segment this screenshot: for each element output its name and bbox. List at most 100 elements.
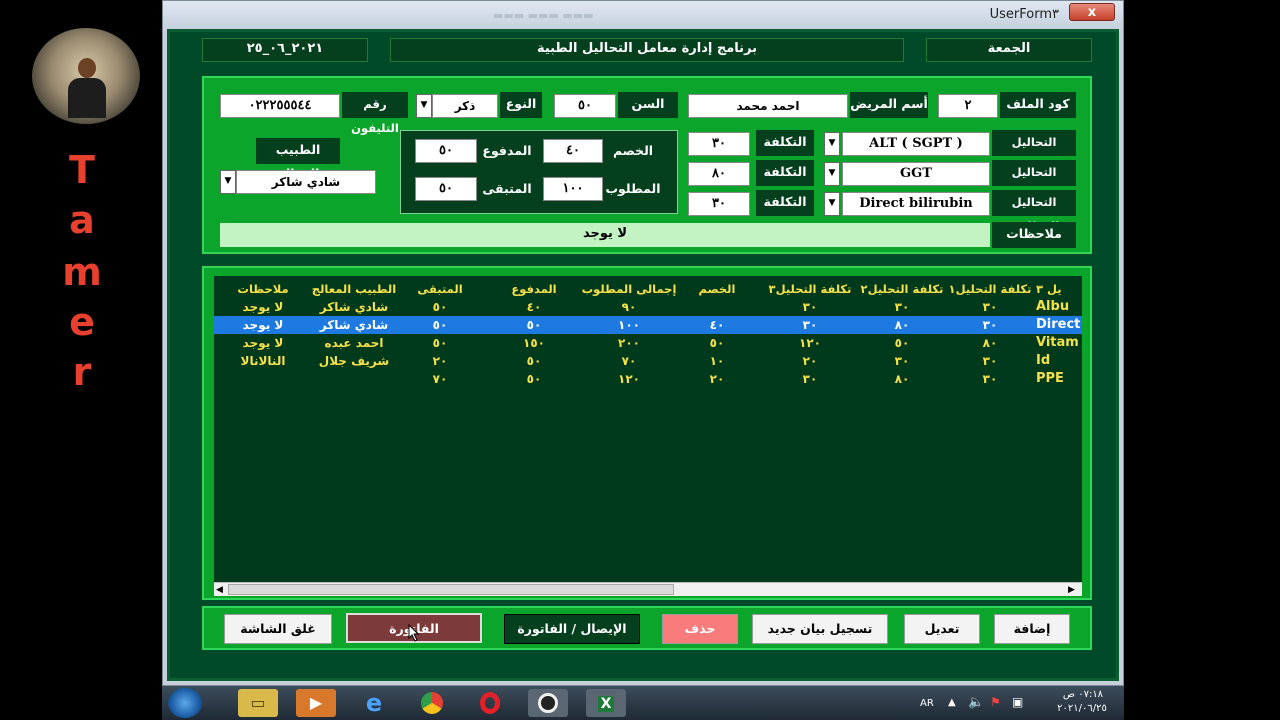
tests-label-3: التحاليل المطلوبة: [992, 190, 1076, 233]
age-field[interactable]: ٥٠: [554, 94, 616, 118]
excel-icon[interactable]: X: [586, 689, 626, 717]
gender-label: النوع: [500, 92, 542, 118]
userform-window: ▬▬▬ ▬▬▬ ▬▬▬ UserForm٣ x ٢٠٢١_٠٦_٢٥ برنام…: [162, 0, 1124, 686]
table-cell: Vitam: [1036, 335, 1079, 350]
gender-select[interactable]: ذكر: [432, 94, 498, 118]
table-cell: ١٠٠: [618, 318, 640, 332]
required-field[interactable]: ١٠٠: [543, 177, 603, 201]
test-2-cost[interactable]: ٨٠: [688, 162, 750, 186]
table-cell: النالانالا: [240, 354, 286, 368]
remaining-label: المتبقى: [479, 177, 535, 201]
phone-field[interactable]: ٠٢٢٢٥٥٥٤٤: [220, 94, 340, 118]
table-cell: ٨٠: [894, 372, 910, 386]
test-3-dropdown-arrow[interactable]: ▼: [824, 192, 840, 216]
overlay-letter: a: [69, 198, 95, 242]
table-cell: ٣٠: [894, 354, 910, 368]
show-hidden-icons-icon[interactable]: ▲: [948, 697, 956, 708]
remaining-field[interactable]: ٥٠: [415, 177, 477, 201]
edit-button[interactable]: تعديل: [904, 614, 980, 644]
new-record-button[interactable]: تسجيل بيان جديد: [752, 614, 888, 644]
table-row[interactable]: Vitam ٨٠ ٥٠ ١٢٠ ٥٠ ٢٠٠ ١٥٠ ٥٠ احمد عبده لا يوجد: [214, 334, 1082, 352]
taskbar: ▭ ▶ e X AR ▲ 🔈 ⚑ ▣ ٠٧:١٨ ص ٢٠٢١/٠٦/٢٥: [162, 686, 1124, 720]
test-2-select[interactable]: GGT: [842, 162, 990, 186]
test-1-cost[interactable]: ٣٠: [688, 132, 750, 156]
network-icon[interactable]: ▣: [1012, 695, 1023, 709]
doctor-label: الطبيب المعالج: [256, 138, 340, 181]
table-cell: شادي شاكر: [319, 318, 389, 332]
table-cell: لا يوجد: [242, 300, 284, 314]
table-cell: ٥٠: [432, 318, 448, 332]
test-1-select[interactable]: ALT ( SGPT ): [842, 132, 990, 156]
test-1-dropdown-arrow[interactable]: ▼: [824, 132, 840, 156]
start-button-icon[interactable]: [168, 688, 202, 718]
clock-time[interactable]: ٠٧:١٨ ص: [1048, 689, 1118, 700]
doctor-dropdown-arrow[interactable]: ▼: [220, 170, 236, 194]
doctor-select[interactable]: شادي شاكر: [236, 170, 376, 194]
scroll-left-icon[interactable]: ◀: [216, 584, 226, 596]
notes-field[interactable]: لا يوجد: [220, 223, 990, 247]
date-display: ٢٠٢١_٠٦_٢٥: [202, 38, 368, 62]
column-header: الطبيب المعالج: [311, 282, 397, 296]
table-cell: ٣٠: [982, 318, 998, 332]
discount-field[interactable]: ٤٠: [543, 139, 603, 163]
file-code-field[interactable]: ٢: [938, 94, 998, 118]
test-3-select[interactable]: Direct bilirubin: [842, 192, 990, 216]
table-row[interactable]: Albu ٣٠ ٣٠ ٣٠ ٩٠ ٤٠ ٥٠ شادي شاكر لا يوجد: [214, 298, 1082, 316]
table-cell: ١٥٠: [523, 336, 545, 350]
table-cell: شريف جلال: [318, 354, 390, 368]
add-button[interactable]: إضافة: [994, 614, 1070, 644]
title-bar[interactable]: ▬▬▬ ▬▬▬ ▬▬▬ UserForm٣ x: [163, 1, 1123, 29]
table-cell: ٤٠: [526, 300, 542, 314]
table-cell: [308, 370, 400, 388]
column-header: ملاحظات: [237, 282, 289, 296]
test-3-cost[interactable]: ٣٠: [688, 192, 750, 216]
file-explorer-icon[interactable]: ▭: [238, 689, 278, 717]
list-horizontal-scrollbar[interactable]: ◀ ▶: [214, 582, 1082, 596]
table-cell: لا يوجد: [242, 336, 284, 350]
action-center-icon[interactable]: ⚑: [990, 695, 1001, 709]
form-client-area: ٢٠٢١_٠٦_٢٥ برنامج إدارة معامل التحاليل ا…: [167, 29, 1119, 681]
table-cell: ٣٠: [802, 372, 818, 386]
avatar-head: [78, 58, 96, 78]
table-cell: [220, 370, 306, 388]
table-cell: ٣٠: [802, 318, 818, 332]
close-screen-button[interactable]: غلق الشاشة: [224, 614, 332, 644]
column-header: المدفوع: [511, 282, 557, 296]
table-row[interactable]: Direct ٣٠ ٨٠ ٣٠ ٤٠ ١٠٠ ٥٠ ٥٠ شادي شاكر لا يوجد: [214, 316, 1082, 334]
presenter-avatar: [32, 28, 140, 124]
receipt-invoice-button[interactable]: الإيصال / الفاتورة: [504, 614, 640, 644]
table-row[interactable]: Id ٣٠ ٣٠ ٢٠ ١٠ ٧٠ ٥٠ ٢٠ شريف جلال النالانالا: [214, 352, 1082, 370]
chrome-icon[interactable]: [412, 689, 452, 717]
table-cell: ٣٠: [894, 300, 910, 314]
table-cell: ١٢٠: [799, 336, 821, 350]
column-header: المتبقى: [417, 282, 463, 296]
recorder-icon[interactable]: [528, 689, 568, 717]
delete-button[interactable]: حذف: [662, 614, 738, 644]
table-cell: ٧٠: [432, 372, 448, 386]
gender-dropdown-arrow[interactable]: ▼: [416, 94, 432, 118]
table-cell: Direct: [1036, 317, 1081, 332]
media-player-icon[interactable]: ▶: [296, 689, 336, 717]
patient-name-field[interactable]: احمد محمد: [688, 94, 848, 118]
patient-name-label: أسم المريض: [850, 92, 928, 118]
clock-date[interactable]: ٢٠٢١/٠٦/٢٥: [1042, 703, 1122, 714]
test-2-dropdown-arrow[interactable]: ▼: [824, 162, 840, 186]
window-title: UserForm٣: [989, 7, 1059, 22]
table-cell: Albu: [1036, 299, 1070, 314]
table-cell: ٥٠: [709, 336, 725, 350]
table-row[interactable]: PPE ٣٠ ٨٠ ٣٠ ٢٠ ١٢٠ ٥٠ ٧٠: [214, 370, 1082, 388]
cost-label-2: التكلفة: [756, 160, 814, 186]
app-title: برنامج إدارة معامل التحاليل الطبية: [390, 38, 904, 62]
internet-explorer-icon[interactable]: e: [354, 689, 394, 717]
paid-field[interactable]: ٥٠: [415, 139, 477, 163]
close-window-button[interactable]: x: [1069, 3, 1115, 21]
language-indicator[interactable]: AR: [920, 698, 934, 709]
records-list[interactable]: يل ٣ تكلفة التحليل١ تكلفة التحليل٢ تكلفة ال…: [214, 276, 1082, 582]
table-cell: ٩٠: [621, 300, 637, 314]
volume-icon[interactable]: 🔈: [968, 695, 984, 710]
day-display: الجمعة: [926, 38, 1092, 62]
scroll-thumb[interactable]: [228, 584, 674, 595]
scroll-right-icon[interactable]: ▶: [1068, 584, 1078, 596]
opera-icon[interactable]: [470, 689, 510, 717]
overlay-letter: r: [72, 350, 92, 394]
